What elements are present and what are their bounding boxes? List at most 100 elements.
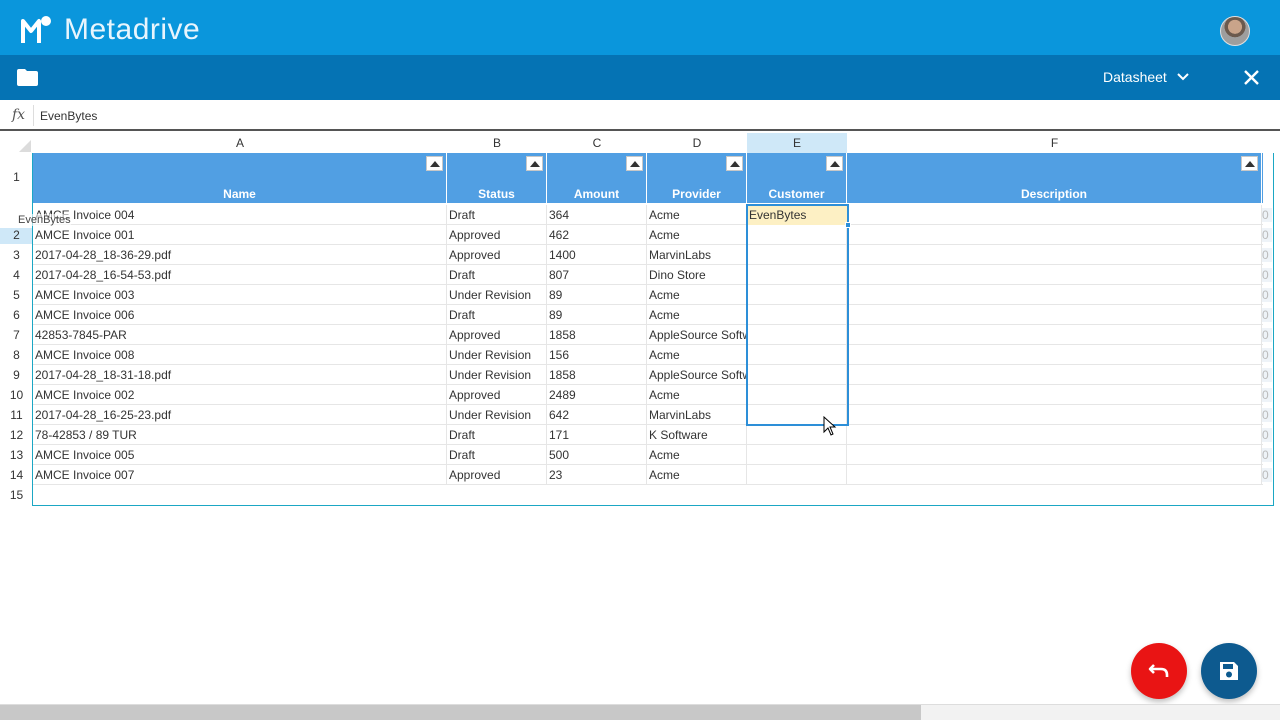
cell-customer[interactable] <box>747 445 847 465</box>
row-number[interactable]: 2 <box>0 228 33 244</box>
cell-name[interactable]: AMCE Invoice 006 <box>33 305 447 325</box>
sort-asc-icon[interactable] <box>1241 156 1258 171</box>
cell-provider[interactable]: Dino Store <box>647 265 747 285</box>
row-number[interactable]: 6 <box>0 308 33 322</box>
cell-status[interactable]: Draft <box>447 445 547 465</box>
cell-provider[interactable]: Acme <box>647 345 747 365</box>
cell-amount[interactable]: 462 <box>547 225 647 245</box>
cell-status[interactable]: Approved <box>447 225 547 245</box>
row-number[interactable]: 4 <box>0 268 33 282</box>
cell-amount[interactable]: 2489 <box>547 385 647 405</box>
cell-customer[interactable] <box>747 225 847 245</box>
cell-description[interactable] <box>847 425 1262 445</box>
cell-provider[interactable]: Acme <box>647 225 747 245</box>
cell-description[interactable] <box>847 205 1262 225</box>
cell-customer[interactable] <box>747 305 847 325</box>
close-icon[interactable] <box>1243 69 1260 86</box>
cell-status[interactable]: Approved <box>447 465 547 485</box>
column-header-e[interactable]: E <box>747 133 847 153</box>
cell-description[interactable] <box>847 345 1262 365</box>
row-number[interactable]: 1 <box>0 170 33 184</box>
cell-amount[interactable]: 642 <box>547 405 647 425</box>
cell-name[interactable]: AMCE Invoice 004 <box>33 205 447 225</box>
cell-description[interactable] <box>847 405 1262 425</box>
active-cell[interactable]: EvenBytes <box>748 206 847 225</box>
cell-amount[interactable]: 1858 <box>547 365 647 385</box>
cell-provider[interactable]: Acme <box>647 465 747 485</box>
cell-status[interactable]: Approved <box>447 245 547 265</box>
cell-description[interactable] <box>847 305 1262 325</box>
fill-handle[interactable] <box>845 222 851 228</box>
sort-asc-icon[interactable] <box>426 156 443 171</box>
cell-description[interactable] <box>847 325 1262 345</box>
cell-customer[interactable] <box>747 325 847 345</box>
column-header-c[interactable]: C <box>547 133 647 153</box>
cell-amount[interactable]: 807 <box>547 265 647 285</box>
column-header-a[interactable]: A <box>33 133 447 153</box>
cell-provider[interactable]: K Software <box>647 425 747 445</box>
cell-status[interactable]: Draft <box>447 265 547 285</box>
cell-name[interactable]: 42853-7845-PAR <box>33 325 447 345</box>
cell-description[interactable] <box>847 365 1262 385</box>
cell-amount[interactable]: 364 <box>547 205 647 225</box>
cell-status[interactable]: Under Revision <box>447 405 547 425</box>
cell-customer[interactable] <box>747 265 847 285</box>
cell-status[interactable]: Under Revision <box>447 345 547 365</box>
cell-name[interactable]: 2017-04-28_16-25-23.pdf <box>33 405 447 425</box>
cell-status[interactable]: Under Revision <box>447 365 547 385</box>
cell-name[interactable]: AMCE Invoice 001 <box>33 225 447 245</box>
cell-status[interactable]: Draft <box>447 305 547 325</box>
cell-provider[interactable]: Acme <box>647 385 747 405</box>
sort-asc-icon[interactable] <box>726 156 743 171</box>
cell-amount[interactable]: 23 <box>547 465 647 485</box>
cell-customer[interactable] <box>747 365 847 385</box>
cell-status[interactable]: Approved <box>447 385 547 405</box>
undo-button[interactable] <box>1131 643 1187 699</box>
cell-name[interactable]: AMCE Invoice 002 <box>33 385 447 405</box>
row-number[interactable]: 14 <box>0 468 33 482</box>
cell-name[interactable]: 2017-04-28_18-31-18.pdf <box>33 365 447 385</box>
cell-customer[interactable] <box>747 465 847 485</box>
cell-description[interactable] <box>847 265 1262 285</box>
row-number[interactable]: 11 <box>0 408 33 422</box>
save-button[interactable] <box>1201 643 1257 699</box>
cell-status[interactable]: Under Revision <box>447 285 547 305</box>
row-number[interactable]: 15 <box>0 488 33 502</box>
sort-asc-icon[interactable] <box>526 156 543 171</box>
view-selector[interactable]: Datasheet <box>1103 69 1189 85</box>
cell-customer[interactable] <box>747 245 847 265</box>
cell-provider[interactable]: Acme <box>647 305 747 325</box>
scrollbar-thumb[interactable] <box>0 705 921 720</box>
cell-name[interactable]: AMCE Invoice 008 <box>33 345 447 365</box>
column-header-b[interactable]: B <box>447 133 547 153</box>
cell-description[interactable] <box>847 445 1262 465</box>
formula-input[interactable] <box>40 104 1270 127</box>
user-avatar[interactable] <box>1220 16 1250 46</box>
cell-description[interactable] <box>847 465 1262 485</box>
cell-amount[interactable]: 156 <box>547 345 647 365</box>
cell-name[interactable]: AMCE Invoice 003 <box>33 285 447 305</box>
row-number[interactable]: 9 <box>0 368 33 382</box>
cell-status[interactable]: Draft <box>447 205 547 225</box>
cell-name[interactable]: 2017-04-28_16-54-53.pdf <box>33 265 447 285</box>
cell-provider[interactable]: Acme <box>647 285 747 305</box>
column-header-d[interactable]: D <box>647 133 747 153</box>
row-number[interactable]: 13 <box>0 448 33 462</box>
cell-customer[interactable] <box>747 385 847 405</box>
cell-provider[interactable]: MarvinLabs <box>647 405 747 425</box>
cell-customer[interactable] <box>747 345 847 365</box>
cell-name[interactable]: 78-42853 / 89 TUR <box>33 425 447 445</box>
cell-amount[interactable]: 500 <box>547 445 647 465</box>
cell-description[interactable] <box>847 285 1262 305</box>
row-number[interactable]: 3 <box>0 248 33 262</box>
cell-amount[interactable]: 1400 <box>547 245 647 265</box>
row-number[interactable]: 10 <box>0 388 33 402</box>
cell-name[interactable]: 2017-04-28_18-36-29.pdf <box>33 245 447 265</box>
cell-provider[interactable]: Acme <box>647 445 747 465</box>
folder-icon[interactable] <box>17 69 38 86</box>
cell-name[interactable]: AMCE Invoice 005 <box>33 445 447 465</box>
cell-name[interactable]: AMCE Invoice 007 <box>33 465 447 485</box>
cell-customer[interactable] <box>747 285 847 305</box>
cell-status[interactable]: Draft <box>447 425 547 445</box>
cell-amount[interactable]: 89 <box>547 305 647 325</box>
